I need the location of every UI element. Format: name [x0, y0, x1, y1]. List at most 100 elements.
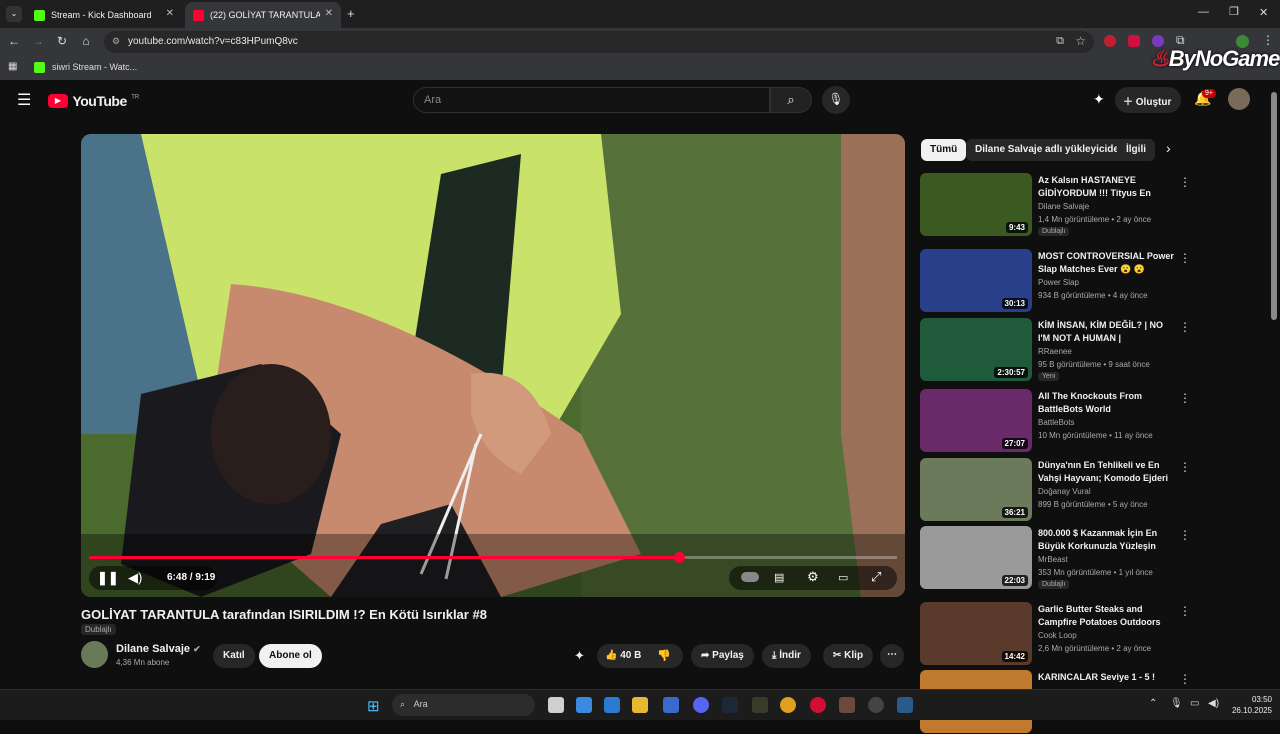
tab-youtube-video[interactable]: (22) GOLİYAT TARANTULA t ✕ [185, 2, 341, 28]
recommendation-item[interactable]: 30:13 MOST CONTROVERSIAL Power Slap Match… [920, 249, 1260, 313]
progress-handle[interactable] [673, 552, 685, 563]
more-actions-button[interactable]: ⋯ [880, 644, 904, 668]
restore-icon[interactable]: ❐ [1229, 5, 1239, 18]
minimize-icon[interactable]: — [1198, 6, 1209, 18]
recommendation-channel[interactable]: Cook Loop [1038, 631, 1077, 640]
bookmark-item[interactable]: siwri Stream - Watc... [52, 62, 137, 72]
recommendation-item[interactable]: 36:21 Dünya'nın En Tehlikeli ve En Vahşi … [920, 458, 1260, 522]
more-vertical-icon[interactable]: ⋮ [1179, 175, 1191, 189]
forward-icon[interactable]: → [30, 34, 46, 48]
reload-icon[interactable]: ↻ [54, 34, 70, 48]
create-button[interactable]: ＋ Oluştur [1115, 87, 1182, 113]
download-button[interactable]: ⤓ İndir [762, 644, 811, 668]
back-icon[interactable]: ← [6, 34, 22, 48]
channel-name[interactable]: Dilane Salvaje ✔ [116, 643, 201, 655]
recommendation-item[interactable]: 2:30:57 KİM İNSAN, KİM DEĞİL? | NO I'M NO… [920, 318, 1260, 382]
file-explorer-icon[interactable] [632, 697, 648, 713]
recommendation-title[interactable]: 800.000 $ Kazanmak İçin En Büyük Korkunu… [1038, 527, 1176, 553]
recommendation-title[interactable]: Garlic Butter Steaks and Campfire Potato… [1038, 603, 1176, 629]
recommendation-item[interactable]: 14:42 Garlic Butter Steaks and Campfire P… [920, 602, 1260, 666]
more-vertical-icon[interactable]: ⋮ [1179, 251, 1191, 265]
page-scrollbar[interactable] [1271, 92, 1277, 320]
chip-from-uploader[interactable]: Dilane Salvaje adlı yükleyiciden [966, 139, 1135, 161]
search-button[interactable]: ⌕ [770, 87, 812, 113]
taskbar-search-input[interactable]: ⌕ Ara [392, 694, 535, 716]
video-thumbnail[interactable]: 30:13 [920, 249, 1032, 312]
url-field[interactable]: ⚙ youtube.com/watch?v=c83HPumQ8vc ⧉ ☆ [104, 31, 1094, 53]
obs-icon[interactable] [868, 697, 884, 713]
fullscreen-icon[interactable]: ⤢ [871, 569, 881, 585]
autoplay-toggle[interactable] [741, 572, 759, 582]
channel-avatar[interactable] [81, 641, 108, 668]
more-vertical-icon[interactable]: ⋮ [1179, 528, 1191, 542]
more-vertical-icon[interactable]: ⋮ [1179, 391, 1191, 405]
close-icon[interactable]: ✕ [166, 8, 174, 19]
app-icon[interactable] [752, 697, 768, 713]
recommendation-channel[interactable]: Doğanay Vural [1038, 487, 1091, 496]
tab-kick-dashboard[interactable]: Stream - Kick Dashboard ✕ [26, 2, 182, 28]
gem-icon[interactable]: ✦ [1093, 91, 1105, 108]
recommendation-title[interactable]: KARINCALAR Seviye 1 - 5 ! [1038, 671, 1176, 684]
chrome-icon[interactable] [780, 697, 796, 713]
clip-button[interactable]: ✂ Klip [823, 644, 874, 668]
recommendation-channel[interactable]: RRaenee [1038, 347, 1072, 356]
gem-icon[interactable]: ✦ [574, 648, 585, 664]
chevron-right-icon[interactable]: › [1166, 140, 1171, 156]
recommendation-title[interactable]: Dünya'nın En Tehlikeli ve En Vahşi Hayva… [1038, 459, 1176, 485]
volume-icon[interactable]: ◀) [128, 570, 142, 586]
video-thumbnail[interactable]: 22:03 [920, 526, 1032, 589]
recommendation-channel[interactable]: MrBeast [1038, 555, 1068, 564]
windows-start-icon[interactable]: ⊞ [367, 697, 380, 715]
subtitles-icon[interactable]: ▤ [774, 571, 784, 584]
chevron-up-icon[interactable]: ⌃ [1149, 698, 1157, 709]
new-tab-icon[interactable]: + [347, 6, 355, 21]
recommendation-item[interactable]: 9:43 Az Kalsın HASTANEYE GİDİYORDUM !!! T… [920, 173, 1260, 237]
progress-track[interactable] [89, 556, 897, 559]
network-icon[interactable]: ▭ [1190, 698, 1199, 709]
apps-grid-icon[interactable]: ▦ [8, 61, 17, 72]
extension-icon[interactable] [1128, 35, 1140, 47]
mic-icon[interactable]: 🎙 [1170, 698, 1183, 709]
store-icon[interactable] [604, 697, 620, 713]
youtube-logo[interactable]: ▶ YouTube TR [48, 92, 139, 110]
recommendation-channel[interactable]: BattleBots [1038, 418, 1074, 427]
share-button[interactable]: ➦ Paylaş [691, 644, 754, 668]
more-vertical-icon[interactable]: ⋮ [1179, 604, 1191, 618]
task-view-icon[interactable] [548, 697, 564, 713]
subscribe-button[interactable]: Abone ol [259, 644, 322, 668]
discord-icon[interactable] [693, 697, 709, 713]
hamburger-menu-icon[interactable]: ☰ [17, 90, 31, 110]
account-avatar[interactable] [1228, 88, 1250, 110]
bookmark-star-icon[interactable]: ☆ [1075, 34, 1086, 48]
recommendation-title[interactable]: Az Kalsın HASTANEYE GİDİYORDUM !!! Tityu… [1038, 174, 1176, 200]
thumbs-down-icon[interactable]: 👎 [657, 649, 671, 662]
video-thumbnail[interactable]: 14:42 [920, 602, 1032, 665]
recommendation-channel[interactable]: Power Slap [1038, 278, 1079, 287]
video-thumbnail[interactable]: 2:30:57 [920, 318, 1032, 381]
app-icon[interactable] [663, 697, 679, 713]
chip-related[interactable]: İlgili [1117, 139, 1155, 161]
site-info-icon[interactable]: ⚙ [112, 36, 120, 47]
copilot-icon[interactable] [576, 697, 592, 713]
tab-search-icon[interactable]: ⌄ [6, 6, 22, 22]
more-vertical-icon[interactable]: ⋮ [1179, 320, 1191, 334]
settings-gear-icon[interactable]: ⚙ [807, 569, 819, 585]
video-thumbnail[interactable]: 9:43 [920, 173, 1032, 236]
install-icon[interactable]: ⧉ [1056, 35, 1064, 48]
app-icon[interactable] [839, 697, 855, 713]
steam-icon[interactable] [897, 697, 913, 713]
recommendation-item[interactable]: 27:07 All The Knockouts From BattleBots W… [920, 389, 1260, 453]
join-button[interactable]: Katıl [213, 644, 255, 668]
recommendation-title[interactable]: MOST CONTROVERSIAL Power Slap Matches Ev… [1038, 250, 1176, 276]
home-icon[interactable]: ⌂ [78, 34, 94, 48]
recommendation-title[interactable]: KİM İNSAN, KİM DEĞİL? | NO I'M NOT A HUM… [1038, 319, 1176, 345]
recommendation-channel[interactable]: Dilane Salvaje [1038, 202, 1089, 211]
extension-icon[interactable] [1104, 35, 1116, 47]
theater-mode-icon[interactable]: ▭ [838, 571, 848, 584]
like-button[interactable]: 👍 40 B [605, 650, 641, 661]
more-vertical-icon[interactable]: ⋮ [1179, 672, 1191, 686]
video-thumbnail[interactable]: 27:07 [920, 389, 1032, 452]
chip-all[interactable]: Tümü [921, 139, 967, 161]
close-icon[interactable]: ✕ [325, 8, 333, 19]
more-vertical-icon[interactable]: ⋮ [1179, 460, 1191, 474]
